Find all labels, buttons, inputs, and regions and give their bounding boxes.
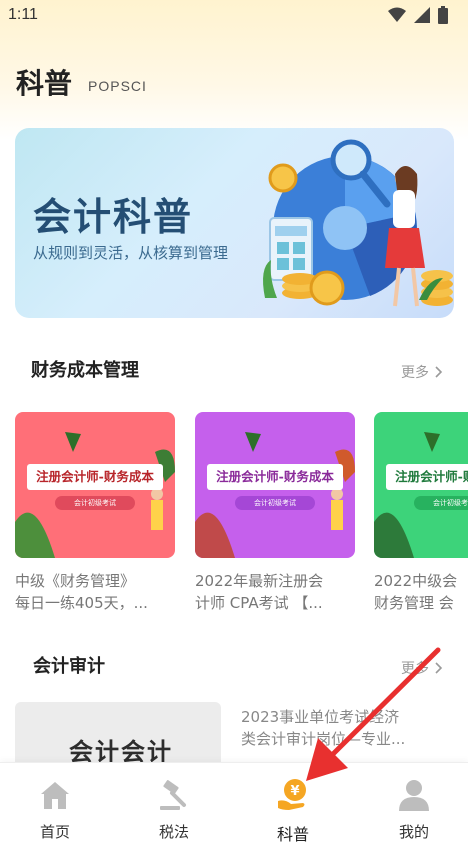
banner-illustration: [263, 139, 453, 307]
course-card-pill: 会计初级考试: [235, 496, 315, 510]
page-subtitle: POPSCI: [88, 78, 147, 94]
course-card-caption: 2022年最新注册会 计师 CPA考试 【...: [195, 570, 355, 614]
course-card-label: 注册会计师-财务成本: [386, 464, 468, 490]
yuan-hand-icon: ¥: [278, 779, 306, 810]
banner[interactable]: 会计科普 从规则到灵活，从核算到管理: [15, 128, 454, 318]
tab-label: 首页: [39, 823, 70, 841]
status-time: 1:11: [8, 6, 38, 23]
status-bar: 1:11: [0, 0, 468, 32]
svg-text:¥: ¥: [290, 784, 299, 799]
course-card-pill: 会计初级考试: [55, 496, 135, 510]
more-label: 更多: [401, 365, 429, 381]
course-card-caption: 中级《财务管理》 每日一练405天，...: [15, 570, 175, 614]
course-card-label: 注册会计师-财务成本: [27, 464, 163, 490]
caption-line: 财务管理 会: [374, 594, 454, 612]
course-card-list: 注册会计师-财务成本 会计初级考试 中级《财务管理》 每日一练405天，... …: [15, 412, 468, 622]
gavel-icon: [160, 780, 186, 810]
course-card-thumbnail: 注册会计师-财务成本 会计初级考试: [15, 412, 175, 558]
caption-line: 计师 CPA考试 【...: [195, 594, 323, 612]
chevron-right-icon: [435, 662, 443, 674]
tab-tax[interactable]: 税法: [134, 777, 214, 842]
tab-label: 科普: [276, 825, 309, 843]
signal-icon: [414, 7, 430, 23]
more-label: 更多: [401, 661, 429, 677]
caption-line: 中级《财务管理》: [15, 572, 136, 590]
tab-mine[interactable]: 我的: [374, 777, 454, 842]
bottom-tab-bar: 首页 税法 ¥ 科普 我的: [0, 762, 468, 843]
course-card[interactable]: 注册会计师-财务成本 会计初级考试 2022年最新注册会 计师 CPA考试 【.…: [195, 412, 355, 614]
status-icons: [388, 6, 448, 24]
home-icon: [41, 782, 69, 809]
user-icon: [399, 780, 429, 811]
tab-popsci[interactable]: ¥ 科普: [253, 777, 333, 843]
chevron-right-icon: [435, 366, 443, 378]
course-card-thumbnail: 注册会计师-财务成本 会计初级考试: [195, 412, 355, 558]
section-title-finance: 财务成本管理: [31, 360, 139, 381]
tab-label: 税法: [158, 823, 189, 841]
course-card-caption: 2022中级会 财务管理 会: [374, 570, 468, 614]
article-title-line: 类会计审计岗位—专业...: [241, 730, 406, 748]
more-link-audit[interactable]: 更多: [401, 658, 443, 678]
course-card-pill: 会计初级考试: [414, 496, 468, 510]
caption-line: 2022年最新注册会: [195, 572, 324, 590]
tab-home[interactable]: 首页: [15, 777, 95, 842]
course-card-label: 注册会计师-财务成本: [207, 464, 343, 490]
article-title[interactable]: 2023事业单位考试经济 类会计审计岗位—专业...: [241, 706, 451, 750]
battery-icon: [438, 6, 448, 24]
section-title-audit: 会计审计: [33, 656, 105, 677]
more-link-finance[interactable]: 更多: [401, 362, 443, 382]
caption-line: 2022中级会: [374, 572, 458, 590]
caption-line: 每日一练405天，...: [15, 594, 148, 612]
course-card[interactable]: 注册会计师-财务成本 会计初级考试 2022中级会 财务管理 会: [374, 412, 468, 614]
page-title: 科普: [16, 67, 73, 100]
tab-label: 我的: [398, 823, 429, 841]
course-card[interactable]: 注册会计师-财务成本 会计初级考试 中级《财务管理》 每日一练405天，...: [15, 412, 175, 614]
wifi-icon: [388, 7, 406, 22]
course-card-thumbnail: 注册会计师-财务成本 会计初级考试: [374, 412, 468, 558]
article-title-line: 2023事业单位考试经济: [241, 708, 400, 726]
